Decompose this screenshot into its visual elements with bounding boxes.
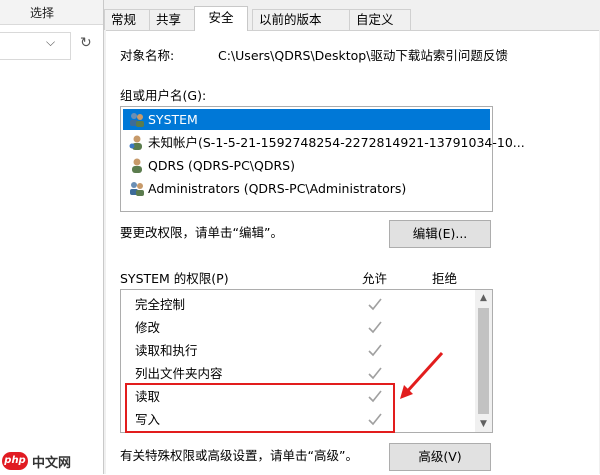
permission-row: 修改 [121, 316, 473, 339]
permission-name: 读取和执行 [135, 343, 198, 358]
user-list[interactable]: SYSTEM 未知帐户(S-1-5-21-1592748254-22728149… [120, 106, 525, 212]
permission-name: 列出文件夹内容 [135, 366, 223, 381]
watermark-text: 中文网 [32, 456, 72, 471]
advanced-hint: 有关特殊权限或高级设置，请单击“高级”。 [120, 448, 358, 463]
annotation-highlight-box [125, 383, 395, 433]
user-name: QDRS (QDRS-PC\QDRS) [148, 158, 295, 173]
user-name: Administrators (QDRS-PC\Administrators) [148, 181, 407, 196]
edit-button[interactable]: 编辑(E)... [389, 220, 491, 248]
user-item-system[interactable]: SYSTEM [123, 109, 490, 130]
object-path: C:\Users\QDRS\Desktop\驱动下载站索引问题反馈 [218, 48, 508, 63]
watermark-badge: php [2, 452, 28, 470]
tab-sharing[interactable]: 共享 [149, 9, 195, 30]
watermark-logo: php 中文网 [2, 450, 92, 472]
scrollbar-thumb[interactable] [478, 308, 489, 414]
permissions-header: SYSTEM 的权限(P) [120, 271, 229, 286]
deny-header: 拒绝 [432, 271, 458, 286]
user-name: SYSTEM [148, 112, 198, 127]
tab-customize[interactable]: 自定义 [349, 9, 411, 30]
user-item-qdrs[interactable]: QDRS (QDRS-PC\QDRS) [123, 155, 490, 176]
users-group-icon [130, 113, 144, 127]
user-item-unknown[interactable]: 未知帐户(S-1-5-21-1592748254-2272814921-1379… [123, 132, 525, 153]
permission-scrollbar[interactable]: ▲ ▼ [475, 290, 492, 432]
object-name-label: 对象名称: [120, 48, 175, 63]
change-permission-hint: 要更改权限，请单击“编辑”。 [120, 225, 283, 240]
user-icon [132, 158, 142, 173]
tab-general[interactable]: 常规 [104, 9, 150, 30]
scroll-up-icon[interactable]: ▲ [475, 290, 492, 306]
address-bar[interactable] [0, 32, 71, 60]
user-name: 未知帐户(S-1-5-21-1592748254-2272814921-1379… [148, 135, 525, 150]
refresh-icon[interactable]: ↻ [80, 35, 96, 53]
chevron-down-icon[interactable]: ⌵ [46, 35, 60, 53]
tab-security[interactable]: 安全 [194, 6, 248, 31]
advanced-button[interactable]: 高级(V) [389, 443, 491, 471]
unknown-user-icon [129, 135, 142, 150]
allow-header: 允许 [362, 271, 388, 286]
permission-row: 完全控制 [121, 293, 473, 316]
annotation-arrow-icon [400, 351, 444, 399]
users-group-icon [130, 182, 144, 196]
select-ribbon-button[interactable]: 选择 [30, 4, 54, 21]
permission-name: 完全控制 [135, 297, 186, 312]
scroll-down-icon[interactable]: ▼ [475, 416, 492, 432]
tab-previous-versions[interactable]: 以前的版本 [252, 9, 350, 30]
allow-check-icon [368, 367, 382, 380]
allow-check-icon [368, 298, 382, 311]
explorer-ribbon: 选择 [0, 0, 103, 25]
allow-check-icon [368, 321, 382, 334]
explorer-window-fragment: 选择 ⌵ ↻ [0, 0, 103, 474]
user-item-administrators[interactable]: Administrators (QDRS-PC\Administrators) [123, 178, 490, 199]
allow-check-icon [368, 344, 382, 357]
permission-name: 修改 [135, 320, 161, 335]
properties-dialog: 常规 共享 安全 以前的版本 自定义 对象名称: C:\Users\QDRS\D… [103, 0, 600, 475]
group-user-label: 组或用户名(G): [120, 88, 207, 103]
